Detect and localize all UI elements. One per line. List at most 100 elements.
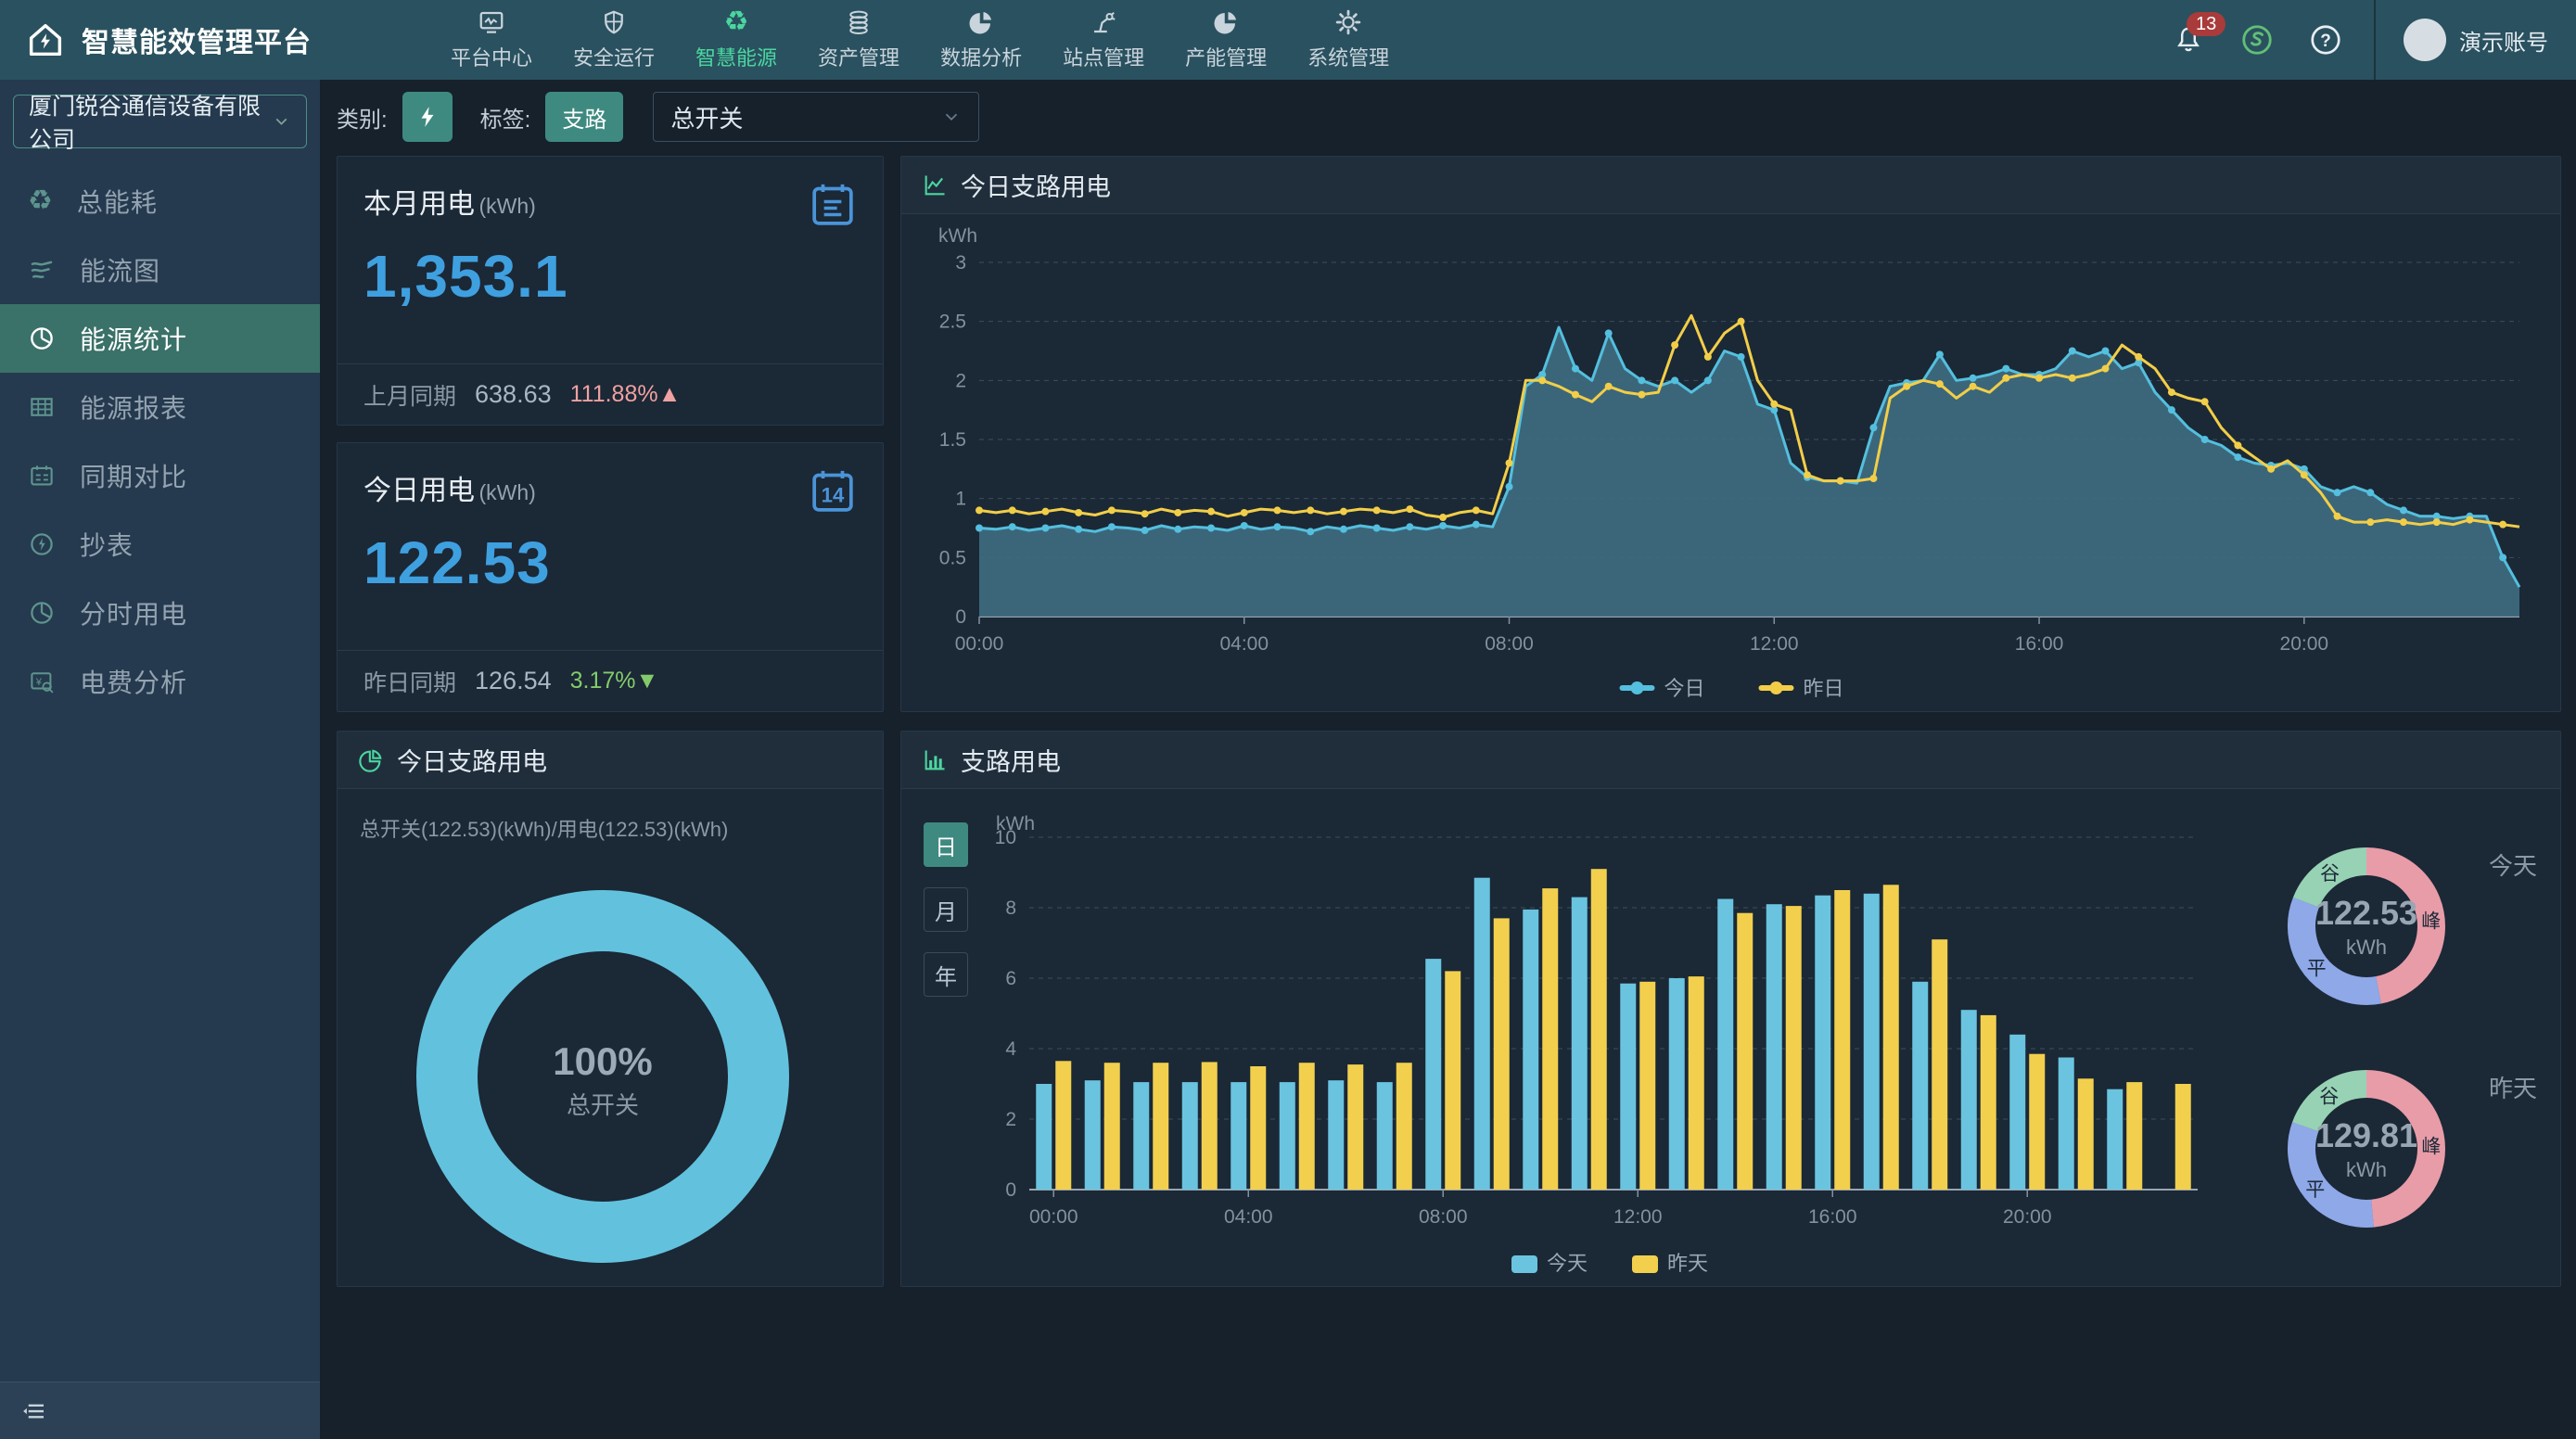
svg-text:0.5: 0.5 <box>939 547 966 568</box>
svg-text:4: 4 <box>1005 1038 1016 1060</box>
topbar-right: 13 ? 演示账号 <box>2168 0 2548 80</box>
calendar-icon <box>28 462 56 490</box>
svg-text:2: 2 <box>955 370 966 391</box>
company-select[interactable]: 厦门锐谷通信设备有限公司 <box>13 95 307 148</box>
sidebar-item-energy-report[interactable]: 能源报表 <box>0 373 320 441</box>
svg-text:2.5: 2.5 <box>939 312 966 333</box>
nav-capacity-management[interactable]: 产能管理 <box>1185 8 1267 71</box>
sidebar-item-bill-analysis[interactable]: ¥ 电费分析 <box>0 647 320 716</box>
sidebar-item-tou-power[interactable]: 分时用电 <box>0 579 320 647</box>
period-year-button[interactable]: 年 <box>924 952 968 997</box>
svg-text:平: 平 <box>2305 1179 2325 1201</box>
status-button[interactable] <box>2237 19 2277 60</box>
tag-branch-button[interactable]: 支路 <box>545 92 623 142</box>
month-usage-percent: 111.88%▲ <box>570 381 682 408</box>
branch-bars-chart[interactable]: kWh024681000:0004:0008:0012:0016:0020:00… <box>968 809 2211 1287</box>
svg-text:100%: 100% <box>553 1039 652 1083</box>
donut-subtitle: 总开关(122.53)(kWh)/用电(122.53)(kWh) <box>338 789 883 843</box>
pie-icon <box>967 8 995 36</box>
coins-icon <box>845 8 873 36</box>
bar-chart-icon <box>922 747 948 773</box>
nav-data-analysis[interactable]: 数据分析 <box>940 8 1022 71</box>
monitor-icon <box>478 8 505 36</box>
shield-icon <box>600 8 628 36</box>
donut-card-title: 今日支路用电 <box>397 742 547 778</box>
svg-text:10: 10 <box>995 827 1016 848</box>
sidebar-item-energy-stats[interactable]: 能源统计 <box>0 304 320 373</box>
period-month-button[interactable]: 月 <box>924 887 968 932</box>
svg-text:20:00: 20:00 <box>2003 1206 2052 1228</box>
topbar-divider <box>2374 0 2376 80</box>
svg-text:谷: 谷 <box>2319 1087 2339 1108</box>
category-label: 类别: <box>337 101 388 134</box>
topbar: 智慧能效管理平台 平台中心 安全运行 ♻ 智慧能源 资产管理 数据分析 站点管理 <box>0 0 2576 80</box>
top-nav: 平台中心 安全运行 ♻ 智慧能源 资产管理 数据分析 站点管理 产能管理 系统管 <box>451 8 1389 71</box>
line-card-header: 今日支路用电 <box>901 157 2560 214</box>
nav-platform-center[interactable]: 平台中心 <box>451 8 532 71</box>
pie-chart-icon <box>358 747 384 773</box>
avatar <box>2404 19 2446 61</box>
day-usage-unit: (kWh) <box>478 480 535 504</box>
sidebar-item-total-energy[interactable]: ♻ 总能耗 <box>0 167 320 236</box>
question-icon: ? <box>2308 22 2343 57</box>
flow-icon <box>28 256 56 284</box>
branch-bars-card: 支路用电 日 月 年 kWh024681000:0004:0008:0012:0… <box>900 731 2561 1287</box>
month-usage-value: 1,353.1 <box>363 242 857 311</box>
svg-text:16:00: 16:00 <box>2015 633 2064 655</box>
help-button[interactable]: ? <box>2305 19 2346 60</box>
nav-system-management[interactable]: 系统管理 <box>1307 8 1389 71</box>
notifications-button[interactable]: 13 <box>2168 19 2209 60</box>
sidebar-item-period-compare[interactable]: 同期对比 <box>0 441 320 510</box>
meter-icon <box>28 530 56 558</box>
gear-icon <box>1334 8 1362 36</box>
app-title: 智慧能效管理平台 <box>82 19 312 60</box>
status-ring-icon <box>2239 22 2275 57</box>
nav-site-management[interactable]: 站点管理 <box>1063 8 1144 71</box>
svg-text:12:00: 12:00 <box>1613 1206 1663 1228</box>
nav-smart-energy[interactable]: ♻ 智慧能源 <box>695 8 777 71</box>
month-usage-footer: 上月同期 638.63 111.88%▲ <box>338 363 883 425</box>
svg-text:3: 3 <box>955 252 966 274</box>
recycle-icon: ♻ <box>724 8 749 36</box>
app-logo: 智慧能效管理平台 <box>24 19 312 61</box>
svg-text:kWh: kWh <box>2346 1158 2387 1181</box>
tou-donuts[interactable]: 峰平谷122.53kWh今天峰平谷129.81kWh昨天 <box>2211 809 2544 1273</box>
up-triangle-icon: ▲ <box>658 381 682 407</box>
month-usage-card: 本月用电 (kWh) 1,353.1 上月同期 638.63 111.88%▲ <box>337 156 884 426</box>
line-chart-icon <box>922 172 948 198</box>
svg-text:122.53: 122.53 <box>2315 894 2417 932</box>
svg-text:00:00: 00:00 <box>1029 1206 1078 1228</box>
donut-card-header: 今日支路用电 <box>338 732 883 789</box>
today-branch-line-chart[interactable]: kWh00.511.522.5300:0004:0008:0012:0016:0… <box>901 214 2560 709</box>
svg-text:峰: 峰 <box>2421 1137 2441 1158</box>
svg-text:?: ? <box>2320 32 2331 51</box>
nav-safe-operation[interactable]: 安全运行 <box>573 8 655 71</box>
switch-select[interactable]: 总开关 <box>653 92 979 142</box>
sidebar-item-meter-reading[interactable]: 抄表 <box>0 510 320 579</box>
svg-text:6: 6 <box>1005 968 1016 989</box>
category-electric-button[interactable] <box>402 92 453 142</box>
account-name: 演示账号 <box>2459 24 2548 57</box>
stat-column: 本月用电 (kWh) 1,353.1 上月同期 638.63 111.88%▲ <box>337 156 884 712</box>
svg-text:0: 0 <box>1005 1179 1016 1201</box>
svg-text:16:00: 16:00 <box>1808 1206 1857 1228</box>
pie-clock-icon <box>28 325 56 352</box>
house-bolt-icon <box>24 19 67 61</box>
collapse-sidebar-icon[interactable] <box>20 1397 48 1425</box>
svg-text:2: 2 <box>1005 1109 1016 1130</box>
tag-label: 标签: <box>480 101 531 134</box>
account-menu[interactable]: 演示账号 <box>2404 19 2548 61</box>
svg-text:今天: 今天 <box>1547 1252 1588 1275</box>
nav-asset-management[interactable]: 资产管理 <box>818 8 899 71</box>
svg-text:1: 1 <box>955 489 966 510</box>
line-card-title: 今日支路用电 <box>961 167 1111 203</box>
branch-share-donut-chart[interactable]: 100%总开关 <box>338 843 883 1287</box>
period-day-button[interactable]: 日 <box>924 822 968 867</box>
sidebar-item-energy-flow[interactable]: 能流图 <box>0 236 320 304</box>
day-usage-value: 122.53 <box>363 528 857 597</box>
svg-text:今天: 今天 <box>2489 852 2537 880</box>
svg-text:20:00: 20:00 <box>2280 633 2329 655</box>
pie-icon <box>1212 8 1240 36</box>
svg-text:kWh: kWh <box>2346 936 2387 959</box>
pie-clock-icon <box>28 599 56 627</box>
